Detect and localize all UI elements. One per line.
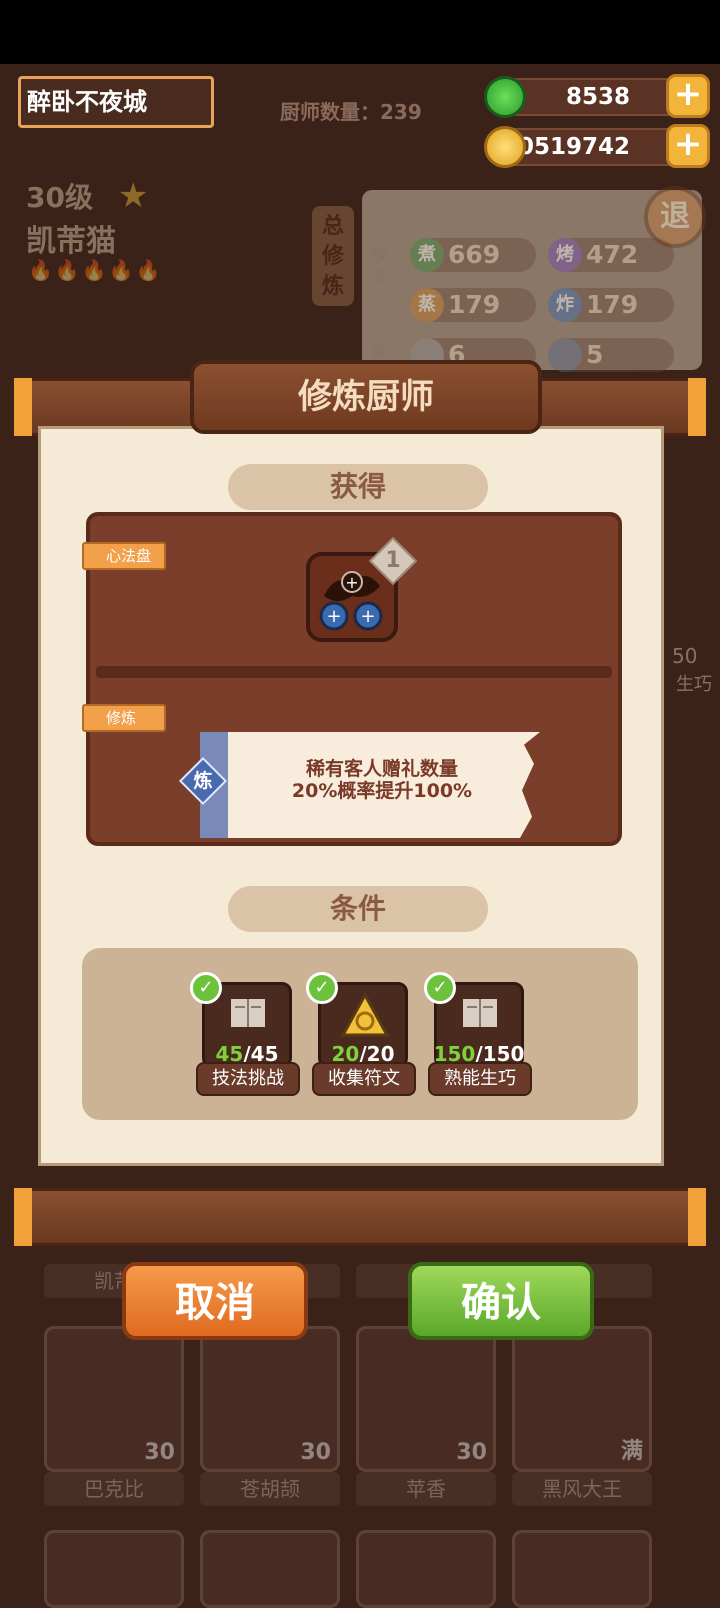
- rune-icon: [341, 993, 389, 1037]
- skill-stat-roast: 烤 472: [548, 238, 674, 272]
- add-jade-button[interactable]: +: [666, 74, 710, 118]
- svg-text:+: +: [345, 573, 358, 592]
- disc-tag: 心法盘: [82, 542, 166, 570]
- chef-count-label: 厨师数量：239: [280, 100, 422, 124]
- svg-text:+: +: [326, 606, 341, 627]
- condition-section-title: 条件: [228, 886, 488, 932]
- skill-group-label: 技法: [370, 244, 388, 287]
- gather-stat-2: 5: [548, 338, 674, 372]
- skill-stat-steam: 蒸 179: [410, 288, 536, 322]
- plank-cap-left: [14, 1188, 32, 1246]
- check-icon: ✓: [424, 972, 456, 1004]
- jade-amount: 8538: [565, 84, 630, 110]
- condition-label: 收集符文: [312, 1062, 416, 1096]
- gather-2-value: 5: [586, 340, 604, 369]
- fry-icon: 炸: [548, 288, 582, 322]
- skill-stat-fry: 炸 179: [548, 288, 674, 322]
- chef-card[interactable]: [200, 1530, 340, 1608]
- side-peek-label: 生巧: [676, 674, 712, 695]
- chef-card[interactable]: [356, 1530, 496, 1608]
- jade-icon: [484, 76, 526, 118]
- coin-icon: [484, 126, 526, 168]
- plank-cap-right: [688, 1188, 706, 1246]
- exit-label: 退: [660, 199, 690, 234]
- effect-line-2: 20%概率提升100%: [291, 780, 473, 802]
- chef-level: 30级: [26, 181, 93, 214]
- book-icon: [231, 999, 265, 1027]
- chef-card[interactable]: 30: [356, 1326, 496, 1472]
- condition-label: 熟能生巧: [428, 1062, 532, 1096]
- chef-card[interactable]: [44, 1530, 184, 1608]
- total-training-tab[interactable]: 总修炼: [312, 206, 354, 306]
- chef-card-level: 30: [456, 1440, 487, 1465]
- chef-card[interactable]: 满: [512, 1326, 652, 1472]
- chef-card-level: 30: [144, 1440, 175, 1465]
- steam-icon: 蒸: [410, 288, 444, 322]
- chef-card[interactable]: [512, 1530, 652, 1608]
- creation-icon: [548, 338, 582, 372]
- reward-divider: [96, 666, 612, 678]
- train-diamond-label: 炼: [193, 770, 213, 792]
- chef-card[interactable]: 30: [44, 1326, 184, 1472]
- plank-cap-left: [14, 378, 32, 436]
- steam-value: 179: [448, 290, 501, 319]
- exit-button[interactable]: 退: [644, 186, 706, 248]
- boil-icon: 煮: [410, 238, 444, 272]
- book-icon: [463, 999, 497, 1027]
- boil-value: 669: [448, 240, 501, 269]
- total-training-label: 总修炼: [321, 214, 344, 299]
- train-tag: 修炼: [82, 704, 166, 732]
- chef-card-name: 巴克比: [44, 1472, 184, 1506]
- status-bar: [0, 0, 720, 64]
- roast-value: 472: [586, 240, 639, 269]
- chef-name: 凯芾猫: [26, 224, 116, 259]
- effect-text: 稀有客人赠礼数量 20%概率提升100%: [232, 758, 532, 802]
- fry-value: 179: [586, 290, 639, 319]
- city-name-box[interactable]: 醉卧不夜城: [18, 76, 214, 128]
- star-icon: ★: [118, 176, 149, 216]
- chef-card-level: 满: [620, 1439, 643, 1464]
- flame-rating-icons: 🔥🔥🔥🔥🔥: [28, 258, 163, 282]
- add-coin-button[interactable]: +: [666, 124, 710, 168]
- skill-stat-boil: 煮 669: [410, 238, 536, 272]
- chef-card-name: 苹香: [356, 1472, 496, 1506]
- chef-card-name: 苍胡颉: [200, 1472, 340, 1506]
- check-icon: ✓: [190, 972, 222, 1004]
- condition-label: 技法挑战: [196, 1062, 300, 1096]
- plank-cap-right: [688, 378, 706, 436]
- modal-title: 修炼厨师: [190, 360, 542, 434]
- effect-line-1: 稀有客人赠礼数量: [305, 758, 458, 780]
- chef-card-name: 黑风大王: [512, 1472, 652, 1506]
- roast-icon: 烤: [548, 238, 582, 272]
- modal-bottom-plank: [16, 1188, 704, 1246]
- svg-text:+: +: [360, 606, 375, 627]
- chef-card-level: 30: [300, 1440, 331, 1465]
- obtain-section-title: 获得: [228, 464, 488, 510]
- chef-card[interactable]: 30: [200, 1326, 340, 1472]
- item-count: 1: [385, 548, 401, 573]
- side-peek-value: 50: [672, 644, 698, 668]
- check-icon: ✓: [306, 972, 338, 1004]
- cancel-button[interactable]: 取消: [122, 1262, 308, 1340]
- confirm-button[interactable]: 确认: [408, 1262, 594, 1340]
